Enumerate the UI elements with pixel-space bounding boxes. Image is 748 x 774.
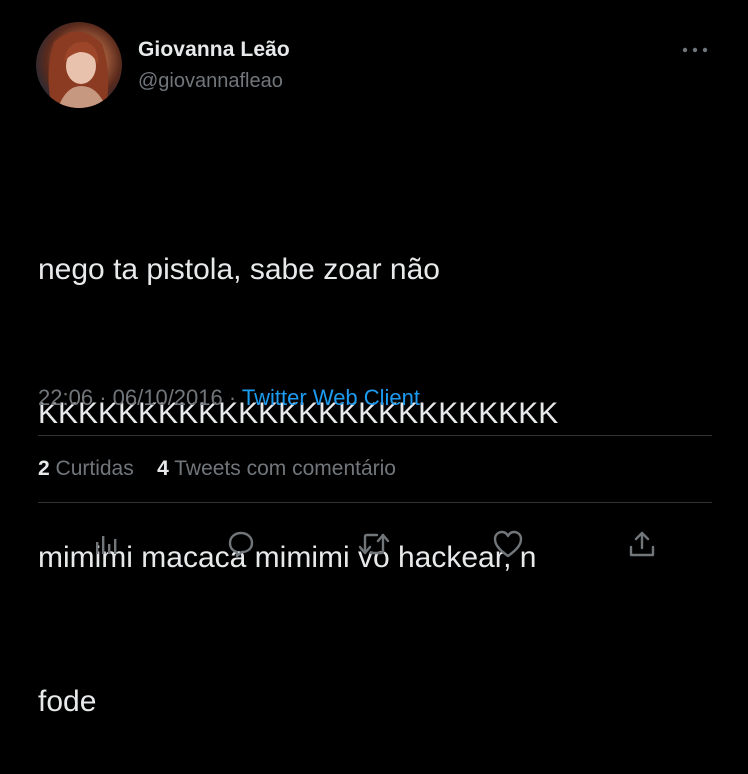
divider bbox=[38, 435, 712, 436]
retweet-icon[interactable] bbox=[356, 526, 392, 562]
quotes-stat[interactable]: 4 Tweets com comentário bbox=[157, 457, 396, 480]
author-name[interactable]: Giovanna Leão bbox=[138, 38, 290, 62]
meta-separator: · bbox=[99, 385, 107, 410]
more-icon[interactable] bbox=[680, 40, 710, 60]
quotes-count: 4 bbox=[157, 457, 169, 480]
analytics-icon[interactable] bbox=[88, 526, 124, 562]
likes-label: Curtidas bbox=[55, 457, 134, 480]
client-link[interactable]: Twitter Web Client bbox=[242, 385, 420, 410]
author-handle[interactable]: @giovannafleao bbox=[138, 70, 283, 93]
tweet-line: fode bbox=[38, 685, 97, 718]
likes-count: 2 bbox=[38, 457, 50, 480]
reply-icon[interactable] bbox=[222, 526, 258, 562]
quotes-label: Tweets com comentário bbox=[174, 457, 396, 480]
avatar[interactable] bbox=[36, 22, 122, 108]
heart-icon[interactable] bbox=[490, 526, 526, 562]
tweet-meta: 22:06 · 06/10/2016 · Twitter Web Client bbox=[38, 385, 420, 411]
tweet-stats: 2 Curtidas 4 Tweets com comentário bbox=[38, 457, 396, 481]
share-icon[interactable] bbox=[624, 526, 660, 562]
divider bbox=[38, 502, 712, 503]
tweet-date[interactable]: 06/10/2016 bbox=[113, 385, 223, 410]
tweet-line: nego ta pistola, sabe zoar não bbox=[38, 253, 440, 286]
tweet-time[interactable]: 22:06 bbox=[38, 385, 93, 410]
meta-separator: · bbox=[228, 385, 237, 410]
action-bar bbox=[0, 526, 748, 562]
likes-stat[interactable]: 2 Curtidas bbox=[38, 457, 134, 480]
